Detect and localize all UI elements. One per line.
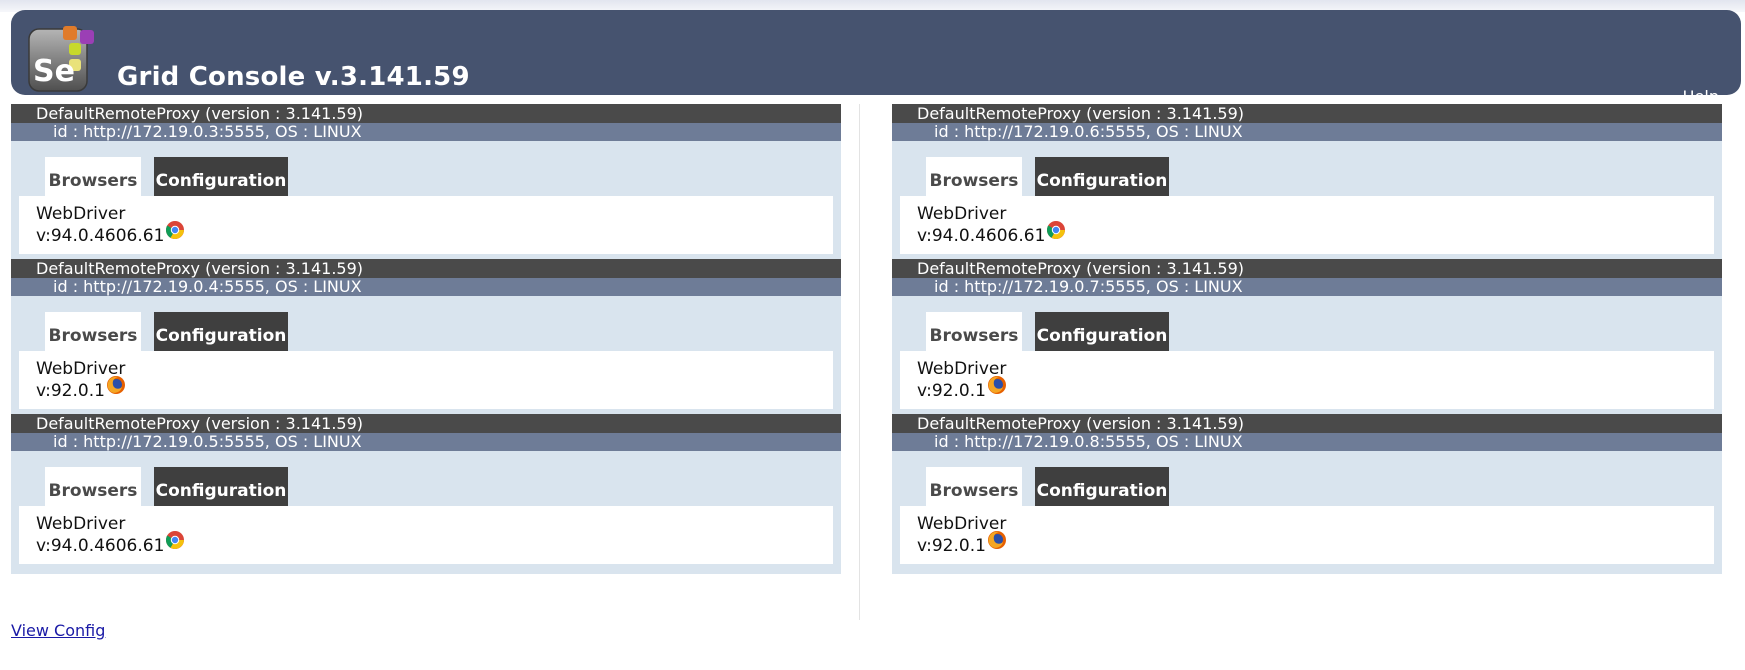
browser-version: v:92.0.1 <box>917 536 986 556</box>
header-bar: Se Grid Console v.3.141.59 Help <box>11 10 1741 106</box>
proxy-tabs: Browsers Configuration <box>11 141 841 196</box>
tab-configuration[interactable]: Configuration <box>1035 312 1169 351</box>
svg-text:Se: Se <box>33 54 75 89</box>
proxy-card: DefaultRemoteProxy (version : 3.141.59) … <box>892 104 1722 264</box>
proxy-tabs: Browsers Configuration <box>892 296 1722 351</box>
tab-browsers[interactable]: Browsers <box>926 467 1022 506</box>
driver-label: WebDriver <box>36 204 126 224</box>
page-title: Grid Console v.3.141.59 <box>117 62 470 92</box>
proxy-id: id : http://172.19.0.6:5555, OS : LINUX <box>892 123 1722 141</box>
tab-browsers[interactable]: Browsers <box>45 312 141 351</box>
browsers-panel: WebDriver v:92.0.1 <box>19 351 833 409</box>
tab-browsers[interactable]: Browsers <box>926 312 1022 351</box>
column-divider <box>859 104 860 620</box>
browsers-panel: WebDriver v:94.0.4606.61 <box>900 196 1714 254</box>
driver-label: WebDriver <box>917 204 1007 224</box>
proxy-card: DefaultRemoteProxy (version : 3.141.59) … <box>892 414 1722 574</box>
proxy-title: DefaultRemoteProxy (version : 3.141.59) <box>892 259 1722 278</box>
firefox-icon[interactable] <box>106 375 126 395</box>
tab-browsers[interactable]: Browsers <box>45 157 141 196</box>
browser-version: v:94.0.4606.61 <box>36 226 165 246</box>
browsers-panel: WebDriver v:92.0.1 <box>900 351 1714 409</box>
tab-configuration[interactable]: Configuration <box>154 312 288 351</box>
browsers-panel: WebDriver v:94.0.4606.61 <box>19 506 833 564</box>
proxy-card: DefaultRemoteProxy (version : 3.141.59) … <box>11 414 841 574</box>
proxy-id: id : http://172.19.0.5:5555, OS : LINUX <box>11 433 841 451</box>
browsers-panel: WebDriver v:92.0.1 <box>900 506 1714 564</box>
chrome-icon[interactable] <box>165 530 185 550</box>
tab-browsers[interactable]: Browsers <box>45 467 141 506</box>
selenium-logo: Se <box>28 26 94 92</box>
proxy-card: DefaultRemoteProxy (version : 3.141.59) … <box>11 259 841 419</box>
firefox-icon[interactable] <box>987 530 1007 550</box>
proxy-title: DefaultRemoteProxy (version : 3.141.59) <box>892 104 1722 123</box>
proxy-card: DefaultRemoteProxy (version : 3.141.59) … <box>892 259 1722 419</box>
tab-configuration[interactable]: Configuration <box>1035 157 1169 196</box>
proxy-id: id : http://172.19.0.7:5555, OS : LINUX <box>892 278 1722 296</box>
chrome-icon[interactable] <box>1046 220 1066 240</box>
tab-configuration[interactable]: Configuration <box>154 157 288 196</box>
proxy-id: id : http://172.19.0.8:5555, OS : LINUX <box>892 433 1722 451</box>
browser-version: v:92.0.1 <box>36 381 105 401</box>
proxy-tabs: Browsers Configuration <box>11 296 841 351</box>
proxy-title: DefaultRemoteProxy (version : 3.141.59) <box>11 259 841 278</box>
proxy-title: DefaultRemoteProxy (version : 3.141.59) <box>11 414 841 433</box>
proxy-title: DefaultRemoteProxy (version : 3.141.59) <box>11 104 841 123</box>
chrome-icon[interactable] <box>165 220 185 240</box>
proxy-card: DefaultRemoteProxy (version : 3.141.59) … <box>11 104 841 264</box>
proxy-tabs: Browsers Configuration <box>892 141 1722 196</box>
proxy-title: DefaultRemoteProxy (version : 3.141.59) <box>892 414 1722 433</box>
tab-configuration[interactable]: Configuration <box>1035 467 1169 506</box>
proxy-id: id : http://172.19.0.3:5555, OS : LINUX <box>11 123 841 141</box>
firefox-icon[interactable] <box>987 375 1007 395</box>
tab-browsers[interactable]: Browsers <box>926 157 1022 196</box>
browser-version: v:94.0.4606.61 <box>36 536 165 556</box>
tab-configuration[interactable]: Configuration <box>154 467 288 506</box>
driver-label: WebDriver <box>36 359 126 379</box>
browser-version: v:92.0.1 <box>917 381 986 401</box>
driver-label: WebDriver <box>917 514 1007 534</box>
browser-version: v:94.0.4606.61 <box>917 226 1046 246</box>
view-config-link[interactable]: View Config <box>11 621 105 640</box>
proxy-tabs: Browsers Configuration <box>11 451 841 506</box>
driver-label: WebDriver <box>36 514 126 534</box>
proxy-tabs: Browsers Configuration <box>892 451 1722 506</box>
driver-label: WebDriver <box>917 359 1007 379</box>
proxy-id: id : http://172.19.0.4:5555, OS : LINUX <box>11 278 841 296</box>
browsers-panel: WebDriver v:94.0.4606.61 <box>19 196 833 254</box>
